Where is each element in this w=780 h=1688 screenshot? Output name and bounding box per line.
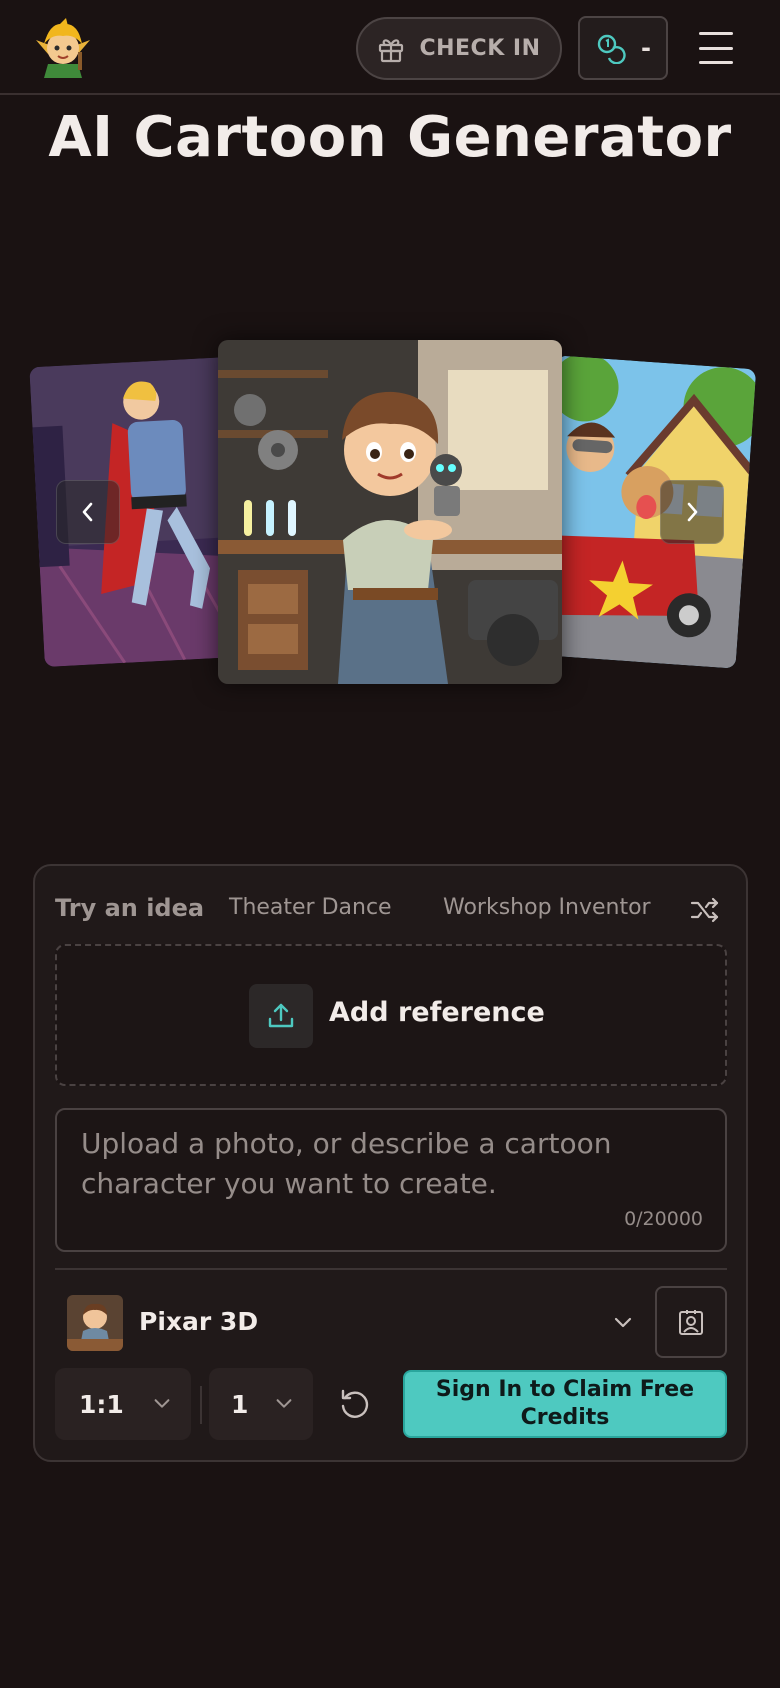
- aspect-ratio-select[interactable]: 1:1: [55, 1368, 191, 1440]
- elf-mascot-logo[interactable]: [30, 18, 96, 78]
- credits-balance-button[interactable]: -: [578, 16, 668, 80]
- image-count-select[interactable]: 1: [209, 1368, 313, 1440]
- try-idea-label: Try an idea: [55, 894, 205, 922]
- workshop-inventor-image[interactable]: [218, 340, 562, 684]
- gift-icon: [379, 38, 404, 62]
- idea-suggestions: Try an idea Theater Dance Workshop Inven…: [55, 894, 725, 930]
- sign-in-claim-credits-button[interactable]: Sign In to Claim Free Credits: [403, 1370, 727, 1438]
- shuffle-icon[interactable]: [689, 894, 721, 926]
- check-in-label: CHECK IN: [419, 36, 541, 61]
- example-carousel: [0, 330, 780, 690]
- panel-divider: [55, 1268, 727, 1270]
- style-thumbnail: [67, 1295, 123, 1351]
- carousel-prev-button[interactable]: [56, 480, 120, 544]
- add-reference-dropzone[interactable]: Add reference: [55, 944, 727, 1086]
- character-reference-button[interactable]: [655, 1286, 727, 1358]
- chevron-right-icon: [687, 502, 698, 522]
- prompt-textarea[interactable]: Upload a photo, or describe a cartoon ch…: [55, 1108, 727, 1252]
- character-counter: 0/20000: [624, 1208, 703, 1230]
- idea-chip-workshop-inventor[interactable]: Workshop Inventor: [443, 895, 651, 920]
- chevron-down-icon: [276, 1399, 292, 1408]
- aspect-ratio-value: 1:1: [79, 1389, 124, 1419]
- idea-chip-theater-dance[interactable]: Theater Dance: [229, 895, 392, 920]
- check-in-button[interactable]: CHECK IN: [356, 17, 562, 80]
- style-selector[interactable]: Pixar 3D: [55, 1286, 727, 1358]
- chevron-down-icon[interactable]: [611, 1310, 635, 1334]
- reset-icon[interactable]: [337, 1386, 373, 1422]
- chevron-down-icon: [154, 1399, 170, 1408]
- coins-icon: [597, 34, 626, 64]
- chevron-left-icon: [82, 502, 93, 522]
- page-title: AI Cartoon Generator: [48, 105, 732, 170]
- top-nav-bar: CHECK IN -: [0, 0, 780, 95]
- style-name: Pixar 3D: [139, 1307, 259, 1336]
- add-reference-label: Add reference: [329, 997, 545, 1028]
- generator-panel: Try an idea Theater Dance Workshop Inven…: [33, 864, 748, 1462]
- character-portrait-icon: [679, 1310, 703, 1335]
- image-count-value: 1: [231, 1389, 249, 1419]
- hamburger-menu-icon[interactable]: [696, 28, 736, 68]
- upload-icon: [249, 984, 313, 1048]
- generation-controls: 1:1 1 Sign In to Claim Free Credits: [55, 1368, 727, 1440]
- prompt-placeholder: Upload a photo, or describe a cartoon ch…: [81, 1127, 612, 1200]
- credits-value: -: [641, 34, 651, 62]
- select-divider: [200, 1386, 202, 1424]
- carousel-next-button[interactable]: [660, 480, 724, 544]
